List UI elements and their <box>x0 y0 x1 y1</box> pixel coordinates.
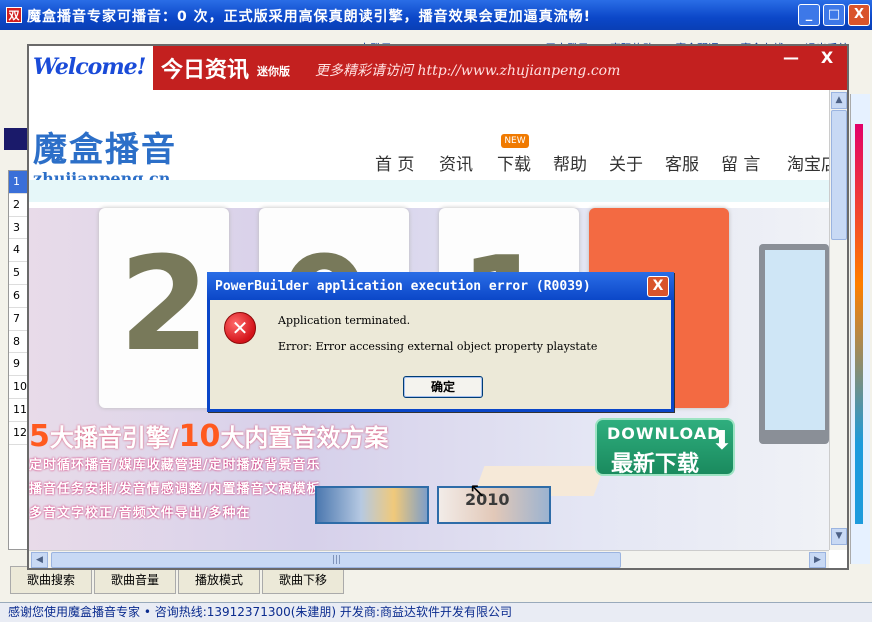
news-brand: 今日资讯 <box>161 58 250 83</box>
table-row[interactable]: 12 <box>9 422 29 445</box>
error-message-line2: Error: Error accessing external object p… <box>278 340 598 353</box>
nav-news[interactable]: 资讯 <box>439 150 473 175</box>
horizontal-scrollbar[interactable]: ◀ ||| ▶ <box>29 550 829 568</box>
welcome-logo: Welcome! <box>29 46 153 90</box>
news-popup-header: Welcome! 今日资讯 迷你版 更多精彩请访问 http://www.zhu… <box>29 46 847 90</box>
news-edition: 迷你版 <box>257 65 290 78</box>
nav-about[interactable]: 关于 <box>609 150 643 175</box>
scroll-thumb[interactable]: ||| <box>51 552 621 568</box>
decorative-bar <box>855 124 863 524</box>
table-row[interactable]: 4 <box>9 239 29 263</box>
minimize-button[interactable]: _ <box>798 4 820 26</box>
error-dialog: PowerBuilder application execution error… <box>207 272 674 412</box>
table-row[interactable]: 2 <box>9 194 29 217</box>
scroll-up-icon[interactable]: ▲ <box>831 92 847 109</box>
table-row[interactable]: 8 <box>9 331 29 354</box>
laptop-image <box>759 244 829 444</box>
playlist-controls: 歌曲搜索 歌曲音量 播放模式 歌曲下移 <box>10 566 350 594</box>
window-title: 魔盒播音专家可播音：0 次，正式版采用高保真朗读引擎，播音效果会更加逼真流畅! <box>27 9 591 25</box>
table-row[interactable]: 9 <box>9 353 29 377</box>
news-more-link[interactable]: 更多精彩请访问 http://www.zhujianpeng.com <box>315 60 620 80</box>
banner-slogan: 5大播音引擎/10大内置音效方案 <box>29 419 389 454</box>
feature-line: 播音任务安排/发音情感调整/内置播音文稿模板 <box>29 482 321 497</box>
scroll-thumb[interactable] <box>831 110 847 240</box>
move-song-down-button[interactable]: 歌曲下移 <box>262 566 344 594</box>
download-arrow-icon: ⬇ <box>711 426 733 456</box>
site-logo-cn: 魔盒播音 <box>33 130 177 170</box>
feature-line: 多音文字校正/音频文件导出/多种在 <box>29 506 251 521</box>
table-row[interactable]: 5 <box>9 262 29 285</box>
nav-download[interactable]: 下载 <box>497 150 531 175</box>
table-row[interactable]: 7 <box>9 308 29 331</box>
error-dialog-close-button[interactable]: X <box>647 276 669 297</box>
table-row[interactable]: 6 <box>9 285 29 308</box>
scroll-down-icon[interactable]: ▼ <box>831 528 847 545</box>
table-row[interactable]: 11 <box>9 399 29 422</box>
ok-button[interactable]: 确定 <box>403 376 483 398</box>
right-side-panel <box>850 94 870 564</box>
error-dialog-title: PowerBuilder application execution error… <box>215 279 591 294</box>
song-volume-button[interactable]: 歌曲音量 <box>94 566 176 594</box>
nav-help[interactable]: 帮助 <box>553 150 587 175</box>
status-bar: 感谢您使用魔盒播音专家 • 咨询热线:13912371300(朱建朋) 开发商:… <box>0 602 872 622</box>
nav-support[interactable]: 客服 <box>665 150 699 175</box>
nav-taobao[interactable]: 淘宝店 <box>787 150 829 175</box>
app-icon: 双 <box>6 7 22 23</box>
new-badge: NEW <box>501 134 529 148</box>
site-logo[interactable]: 魔盒播音 zhujianpeng.cn <box>33 122 177 188</box>
error-dialog-titlebar: PowerBuilder application execution error… <box>207 272 674 300</box>
banner-thumbnail[interactable] <box>315 486 429 524</box>
feature-line: 定时循环播音/媒库收藏管理/定时播放背景音乐 <box>29 458 321 473</box>
mouse-cursor-icon: ↖ <box>469 478 486 502</box>
nav-band <box>29 180 829 202</box>
table-row[interactable]: 1 <box>9 171 29 194</box>
error-message-line1: Application terminated. <box>278 314 411 327</box>
table-row[interactable]: 10 <box>9 376 29 399</box>
news-close-button[interactable]: X <box>809 48 845 70</box>
nav-home[interactable]: 首 页 <box>375 150 414 175</box>
error-icon: ✕ <box>224 312 256 344</box>
close-button[interactable]: X <box>848 4 870 26</box>
play-mode-button[interactable]: 播放模式 <box>178 566 260 594</box>
scroll-left-icon[interactable]: ◀ <box>31 552 48 568</box>
vertical-scrollbar[interactable]: ▲ ▼ <box>829 90 847 550</box>
news-minimize-button[interactable]: — <box>773 48 809 70</box>
scroll-right-icon[interactable]: ▶ <box>809 552 826 568</box>
main-titlebar: 双 魔盒播音专家可播音：0 次，正式版采用高保真朗读引擎，播音效果会更加逼真流畅… <box>0 0 872 30</box>
welcome-logo-text: Welcome! <box>33 54 146 80</box>
maximize-button[interactable]: □ <box>823 4 845 26</box>
banner-thumbnail[interactable]: 2010 <box>437 486 551 524</box>
nav-message[interactable]: 留 言 <box>721 150 760 175</box>
table-row[interactable]: 3 <box>9 217 29 240</box>
song-search-button[interactable]: 歌曲搜索 <box>10 566 92 594</box>
download-button[interactable]: DOWNLOAD 最新下载 ⬇ <box>595 418 735 477</box>
